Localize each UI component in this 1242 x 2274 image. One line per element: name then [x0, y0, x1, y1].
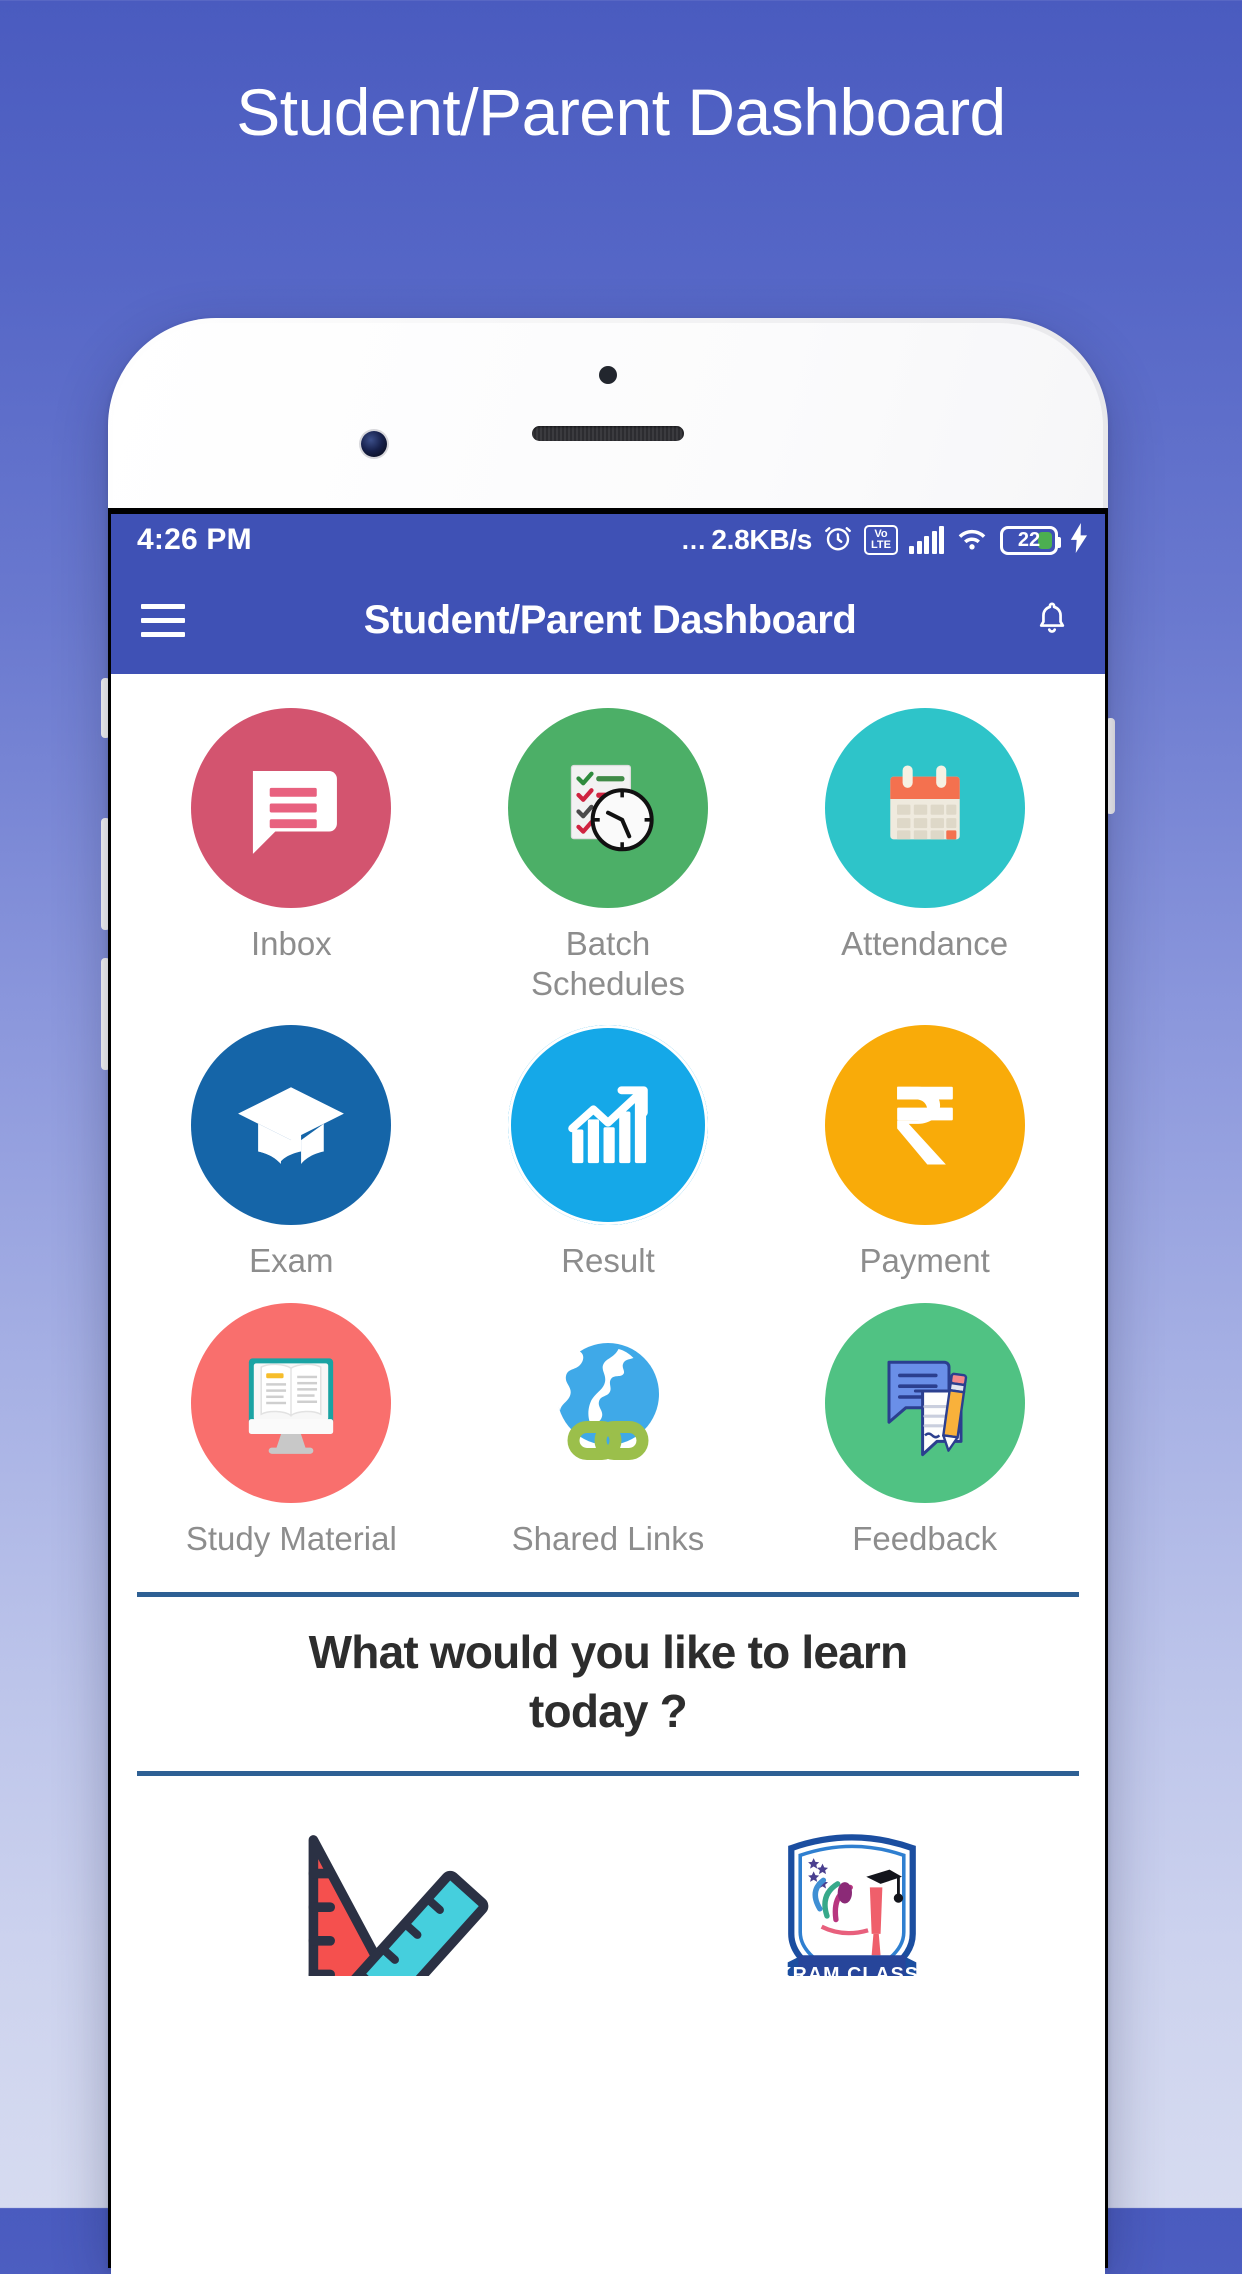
- network-speed-dots: ...: [681, 524, 707, 555]
- battery-percent-label: 22: [1017, 528, 1041, 551]
- promo-item-vikram-classes[interactable]: VIKRAM CLASSES: [762, 1816, 942, 1977]
- learn-prompt-line2: today ?: [529, 1685, 688, 1738]
- wifi-icon: [955, 524, 989, 557]
- tile-attendance[interactable]: Attendance: [766, 708, 1083, 1003]
- tile-exam[interactable]: Exam: [133, 1025, 450, 1281]
- tile-label: Study Material: [185, 1519, 397, 1557]
- book-monitor-icon: [191, 1302, 392, 1503]
- tile-inbox[interactable]: Inbox: [133, 708, 450, 1003]
- status-bar: 4:26 PM ... 2.8KB/s Vo LTE 22: [111, 514, 1105, 566]
- growth-chart-icon: [507, 1025, 708, 1226]
- tile-shared-links[interactable]: Shared Links: [450, 1303, 767, 1559]
- vikram-classes-logo: VIKRAM CLASSES: [762, 1834, 942, 1977]
- globe-link-icon: [508, 1303, 708, 1503]
- volte-label-bottom: LTE: [871, 539, 891, 551]
- promo-item-geometry[interactable]: [275, 1816, 515, 1977]
- earpiece-speaker: [532, 426, 684, 441]
- learn-prompt-line1: What would you like to learn: [308, 1626, 908, 1679]
- app-bar-title: Student/Parent Dashboard: [363, 597, 857, 642]
- tile-label: Attendance: [841, 925, 1009, 962]
- cellular-signal-icon: [909, 526, 944, 554]
- tile-label: Payment: [859, 1242, 990, 1280]
- tile-payment[interactable]: Payment: [766, 1025, 1083, 1281]
- tile-label: Exam: [249, 1242, 334, 1280]
- front-camera-lens: [361, 431, 387, 457]
- graduation-cap-icon: [191, 1025, 392, 1226]
- tile-label: Inbox: [250, 925, 332, 962]
- dashboard-grid: Inbox Batch Schedules Attendance Exam Re…: [111, 674, 1105, 1570]
- ruler-set-square-icon: [308, 1835, 488, 1977]
- page-title: Student/Parent Dashboard: [236, 75, 1006, 149]
- network-speed-value: 2.8KB/s: [711, 524, 812, 555]
- charging-bolt-icon: [1069, 522, 1089, 558]
- status-bar-clock: 4:26 PM: [137, 523, 252, 556]
- network-speed-indicator: ... 2.8KB/s: [681, 524, 813, 556]
- tile-feedback[interactable]: Feedback: [766, 1302, 1083, 1559]
- alarm-clock-icon: [823, 523, 853, 558]
- course-promo-row: VIKRAM CLASSES: [111, 1776, 1105, 1977]
- tile-label: Shared Links: [511, 1519, 705, 1557]
- learn-prompt-band: What would you like to learn today ?: [137, 1592, 1079, 1777]
- app-bar: Student/Parent Dashboard: [111, 566, 1105, 674]
- tile-label: Feedback: [852, 1519, 998, 1557]
- status-bar-icons: ... 2.8KB/s Vo LTE 22: [681, 522, 1089, 558]
- tile-label: Batch Schedules: [530, 925, 686, 1002]
- phone-device-frame: 4:26 PM ... 2.8KB/s Vo LTE 22 Student/Pa…: [101, 318, 1115, 2274]
- phone-screen: 4:26 PM ... 2.8KB/s Vo LTE 22 Student/Pa…: [111, 514, 1105, 2274]
- chat-pencil-icon: [824, 1302, 1025, 1503]
- hamburger-menu-icon[interactable]: [141, 603, 185, 637]
- volte-icon: Vo LTE: [864, 525, 898, 555]
- message-bubble-icon: [191, 708, 392, 908]
- bell-icon[interactable]: [1029, 600, 1075, 640]
- proximity-sensor: [599, 366, 617, 384]
- tile-label: Result: [561, 1242, 655, 1280]
- battery-indicator: 22: [1000, 525, 1061, 555]
- tile-batch-schedules[interactable]: Batch Schedules: [450, 708, 767, 1003]
- tile-result[interactable]: Result: [450, 1025, 767, 1281]
- calendar-icon: [824, 708, 1025, 908]
- tile-study-material[interactable]: Study Material: [133, 1302, 450, 1559]
- vikram-classes-label: VIKRAM CLASSES: [762, 1963, 942, 1976]
- rupee-icon: [824, 1025, 1025, 1226]
- checklist-clock-icon: [507, 708, 708, 908]
